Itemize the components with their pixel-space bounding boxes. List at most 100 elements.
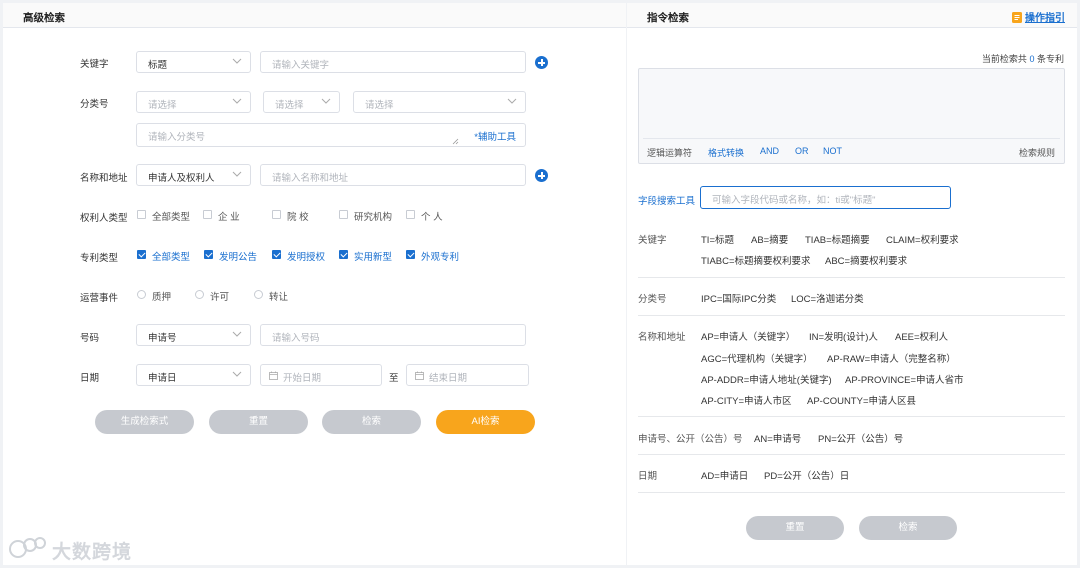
field-search-input[interactable]: 可输入字段代码或名称，如：ti或"标题"	[700, 186, 951, 209]
field-code[interactable]: AD=申请日	[701, 468, 748, 482]
owner-type-checkbox-school[interactable]	[272, 210, 281, 219]
patent-type-checkbox-design[interactable]	[406, 250, 415, 259]
advanced-search-panel: 高级检索 关键字 标题 请输入关键字 分类号 请选择 请选择 请选择 请输入分类…	[3, 3, 626, 565]
code-group-label: 日期	[638, 471, 658, 482]
reset-button[interactable]: 重置	[209, 410, 308, 434]
select-value: 请选择	[148, 100, 177, 111]
field-code[interactable]: AP-COUNTY=申请人区县	[807, 393, 916, 407]
result-count: 当前检索共 0 条专利	[982, 52, 1064, 65]
name-address-label: 名称和地址	[80, 173, 128, 184]
select-value: 请选择	[275, 100, 304, 111]
patent-type-checkbox-all[interactable]	[137, 250, 146, 259]
field-code[interactable]: AP-PROVINCE=申请人省市	[845, 372, 964, 386]
or-operator-button[interactable]: OR	[795, 146, 809, 156]
count-suffix: 条专利	[1036, 54, 1064, 64]
keyword-field-select[interactable]: 标题	[136, 51, 251, 73]
number-type-select[interactable]: 申请号	[136, 324, 251, 346]
input-placeholder: 可输入字段代码或名称，如：ti或"标题"	[712, 195, 876, 206]
watermark-logo-icon	[9, 537, 46, 558]
operation-radio-transfer[interactable]	[254, 290, 263, 299]
field-code[interactable]: ABC=摘要权利要求	[825, 253, 907, 267]
patent-type-option: 外观专利	[421, 252, 460, 263]
field-code[interactable]: AP-RAW=申请人（完整名称）	[827, 351, 956, 365]
field-code[interactable]: AP=申请人（关键字）	[701, 329, 795, 343]
operation-option: 转让	[269, 292, 289, 303]
field-code[interactable]: AGC=代理机构（关键字）	[701, 351, 813, 365]
end-date-input[interactable]: 结束日期	[406, 364, 529, 386]
document-icon	[1012, 12, 1023, 23]
command-reset-button[interactable]: 重置	[746, 516, 844, 540]
classification-select-2[interactable]: 请选择	[263, 91, 340, 113]
operation-radio-license[interactable]	[195, 290, 204, 299]
field-code[interactable]: IPC=国际IPC分类	[701, 291, 776, 305]
field-code[interactable]: AP-CITY=申请人市区	[701, 393, 792, 407]
input-placeholder: 请输入号码	[272, 333, 320, 344]
owner-type-option: 研究机构	[354, 212, 393, 223]
owner-type-checkbox-company[interactable]	[203, 210, 212, 219]
classification-select-3[interactable]: 请选择	[353, 91, 526, 113]
patent-type-label: 专利类型	[80, 253, 119, 264]
name-address-select[interactable]: 申请人及权利人	[136, 164, 251, 186]
operation-radio-pledge[interactable]	[137, 290, 146, 299]
patent-type-checkbox-invention-grant[interactable]	[272, 250, 281, 259]
field-code[interactable]: LOC=洛迦诺分类	[791, 291, 864, 305]
add-name-address-icon[interactable]	[535, 169, 548, 182]
resize-handle-icon[interactable]	[452, 138, 459, 145]
field-code[interactable]: IN=发明(设计)人	[809, 329, 878, 343]
ai-search-button[interactable]: AI检索	[436, 410, 535, 434]
panel-header: 指令检索 操作指引	[627, 3, 1077, 28]
number-label: 号码	[80, 333, 100, 344]
code-group-label: 分类号	[638, 294, 667, 305]
search-rules-link[interactable]: 检索规则	[1019, 146, 1055, 159]
add-keyword-icon[interactable]	[535, 56, 548, 69]
field-code[interactable]: CLAIM=权利要求	[886, 232, 959, 246]
command-search-button[interactable]: 检索	[859, 516, 957, 540]
name-address-input[interactable]: 请输入名称和地址	[260, 164, 526, 186]
chevron-down-icon	[232, 98, 242, 104]
date-type-select[interactable]: 申请日	[136, 364, 251, 386]
command-textarea[interactable]: 逻辑运算符 格式转换 AND OR NOT 检索规则	[638, 68, 1065, 164]
input-placeholder: 请输入关键字	[272, 60, 330, 71]
owner-type-checkbox-individual[interactable]	[406, 210, 415, 219]
generate-query-button[interactable]: 生成检索式	[95, 410, 194, 434]
helper-tool-link[interactable]: *辅助工具	[474, 129, 516, 143]
keyword-input[interactable]: 请输入关键字	[260, 51, 526, 73]
chevron-down-icon	[507, 98, 517, 104]
input-placeholder: 请输入名称和地址	[272, 173, 349, 184]
patent-type-checkbox-utility[interactable]	[339, 250, 348, 259]
number-input[interactable]: 请输入号码	[260, 324, 526, 346]
chevron-down-icon	[321, 98, 331, 104]
panel-header: 高级检索	[3, 3, 626, 28]
owner-type-checkbox-institute[interactable]	[339, 210, 348, 219]
field-code[interactable]: TI=标题	[701, 232, 734, 246]
guide-link[interactable]: 操作指引	[1012, 9, 1065, 24]
patent-type-checkbox-invention-pub[interactable]	[204, 250, 213, 259]
textarea-placeholder: 请输入分类号	[148, 132, 206, 143]
classification-select-1[interactable]: 请选择	[136, 91, 251, 113]
field-code[interactable]: AB=摘要	[751, 232, 788, 246]
divider	[638, 416, 1065, 417]
not-operator-button[interactable]: NOT	[823, 146, 842, 156]
owner-type-checkbox-all[interactable]	[137, 210, 146, 219]
classification-textarea[interactable]: 请输入分类号 *辅助工具	[136, 123, 526, 147]
owner-type-option: 企 业	[218, 212, 240, 223]
field-code[interactable]: TIABC=标题摘要权利要求	[701, 253, 811, 267]
operation-option: 许可	[210, 292, 230, 303]
patent-type-option: 发明授权	[287, 252, 326, 263]
owner-type-option: 全部类型	[152, 212, 191, 223]
start-date-input[interactable]: 开始日期	[260, 364, 382, 386]
classification-label: 分类号	[80, 99, 109, 110]
patent-type-option: 实用新型	[354, 252, 393, 263]
field-code[interactable]: PD=公开（公告）日	[764, 468, 849, 482]
select-value: 申请号	[148, 333, 177, 344]
format-convert-link[interactable]: 格式转换	[708, 146, 744, 159]
field-code[interactable]: AEE=权利人	[895, 329, 948, 343]
field-code[interactable]: PN=公开（公告）号	[818, 431, 903, 445]
input-placeholder: 结束日期	[429, 373, 468, 384]
field-code[interactable]: AN=申请号	[754, 431, 801, 445]
field-code[interactable]: AP-ADDR=申请人地址(关键字)	[701, 372, 832, 386]
and-operator-button[interactable]: AND	[760, 146, 779, 156]
search-button[interactable]: 检索	[322, 410, 421, 434]
field-code[interactable]: TIAB=标题摘要	[805, 232, 870, 246]
input-placeholder: 开始日期	[283, 373, 322, 384]
